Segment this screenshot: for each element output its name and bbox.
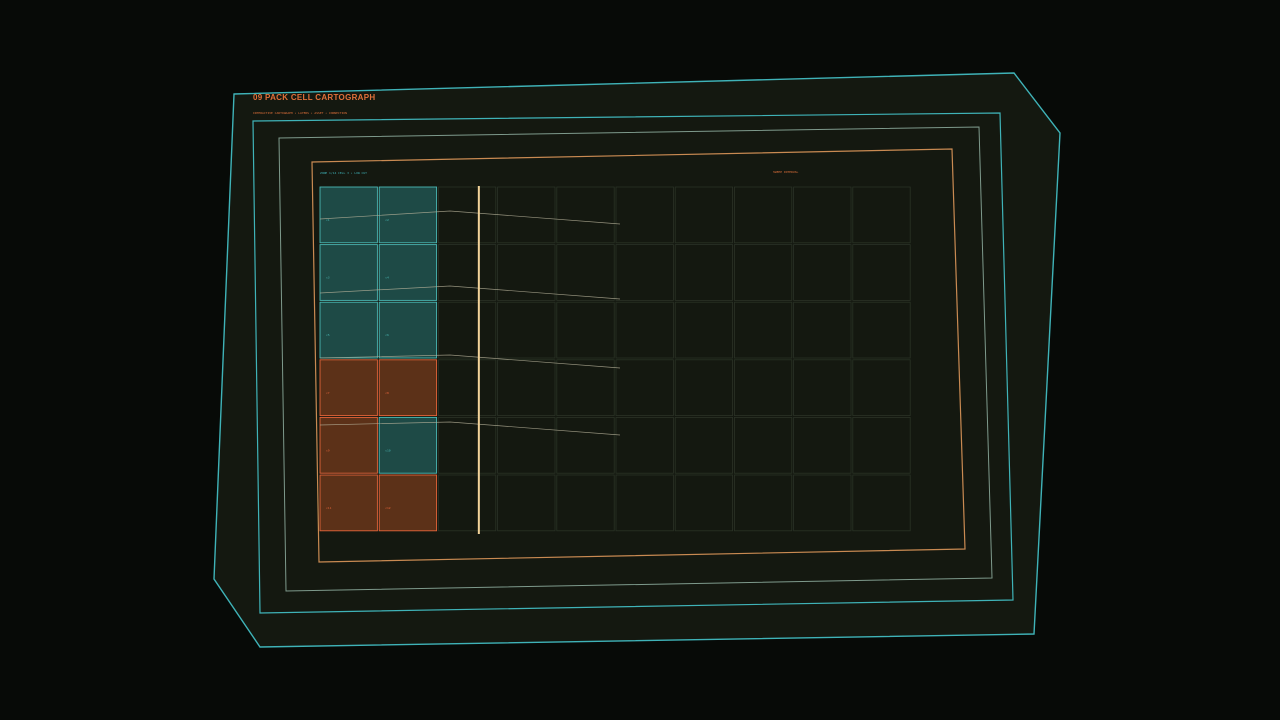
cell-ok[interactable] bbox=[319, 244, 378, 301]
cell-ok[interactable] bbox=[378, 416, 438, 474]
cell-ok[interactable] bbox=[319, 301, 378, 359]
cell-label: c7 bbox=[326, 391, 330, 395]
cell-ok[interactable] bbox=[319, 186, 378, 244]
cell-label: c9 bbox=[326, 448, 330, 452]
cartograph-canvas: 09 PACK CELL CARTOGRAPH INTERACTIVE CART… bbox=[213, 72, 1061, 648]
cell-warning[interactable] bbox=[319, 474, 378, 532]
cell-label: c8 bbox=[385, 391, 389, 395]
cell-ok[interactable] bbox=[378, 301, 438, 359]
cell-label: c10 bbox=[385, 448, 391, 452]
cell-label: c12 bbox=[385, 506, 391, 510]
status-left-label: ZONE 1/14 CELL 3 • LOW CUT bbox=[320, 171, 367, 175]
cell-label: c6 bbox=[385, 333, 389, 337]
cell-label: c11 bbox=[326, 506, 332, 510]
cell-warning[interactable] bbox=[319, 416, 378, 474]
cell-label: c4 bbox=[385, 276, 389, 280]
cell-label: c5 bbox=[326, 333, 330, 337]
cell-label: c2 bbox=[385, 218, 389, 222]
cell-warning[interactable] bbox=[378, 474, 438, 532]
page-subtitle: INTERACTIVE CARTOGRAPH • LAYERS • ASSET … bbox=[253, 111, 347, 115]
cell-label: c3 bbox=[326, 276, 330, 280]
status-right-label: SWEEP INTERVAL bbox=[773, 170, 798, 174]
cell-warning[interactable] bbox=[378, 359, 438, 417]
cell-ok[interactable] bbox=[378, 244, 438, 301]
page-title: 09 PACK CELL CARTOGRAPH bbox=[253, 93, 375, 102]
cell-warning[interactable] bbox=[319, 359, 378, 417]
